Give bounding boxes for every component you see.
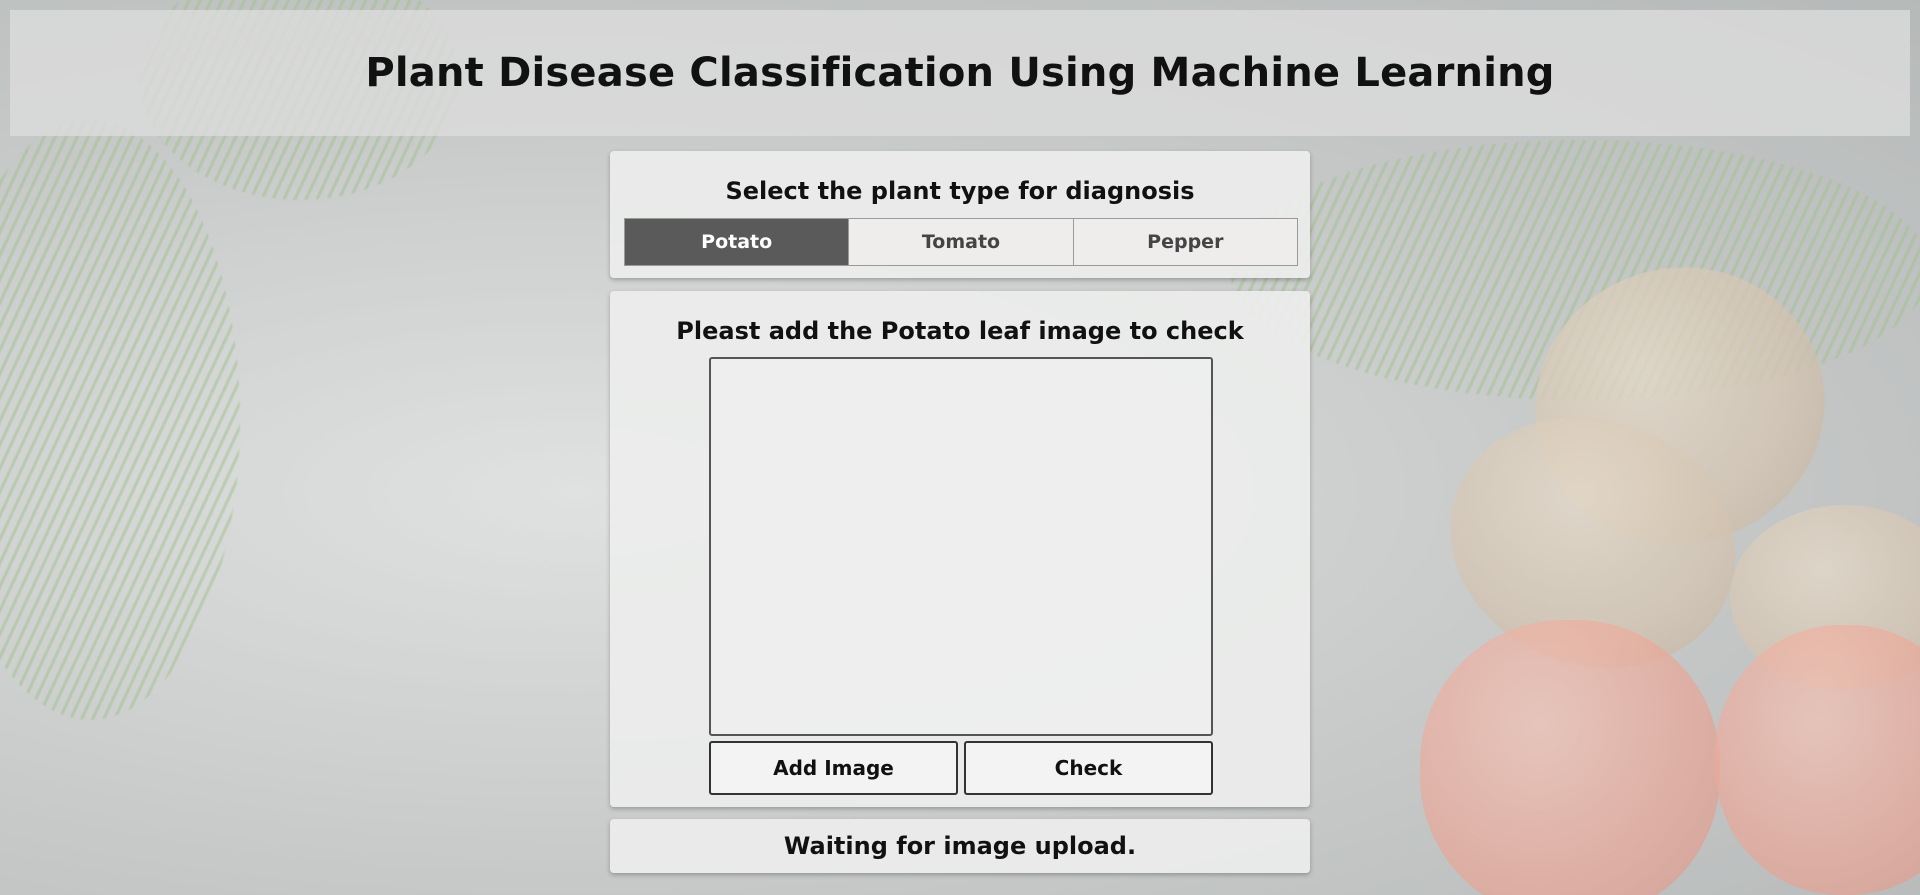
upload-prompt: Pleast add the Potato leaf image to chec…	[676, 317, 1244, 345]
check-button[interactable]: Check	[964, 741, 1213, 795]
plant-option-pepper[interactable]: Pepper	[1073, 219, 1297, 265]
status-panel: Waiting for image upload.	[610, 819, 1310, 873]
plant-select-prompt: Select the plant type for diagnosis	[725, 177, 1195, 205]
upload-panel: Pleast add the Potato leaf image to chec…	[610, 291, 1310, 807]
image-preview-area[interactable]	[709, 357, 1213, 736]
add-image-button[interactable]: Add Image	[709, 741, 958, 795]
plant-select-panel: Select the plant type for diagnosis Pota…	[610, 151, 1310, 278]
page-title: Plant Disease Classification Using Machi…	[365, 50, 1555, 96]
upload-actions: Add Image Check	[709, 741, 1213, 795]
app-header: Plant Disease Classification Using Machi…	[10, 10, 1910, 136]
plant-type-segmented-control: Potato Tomato Pepper	[624, 218, 1298, 266]
plant-option-tomato[interactable]: Tomato	[849, 219, 1074, 265]
status-message: Waiting for image upload.	[783, 832, 1137, 860]
plant-option-potato[interactable]: Potato	[625, 219, 850, 265]
